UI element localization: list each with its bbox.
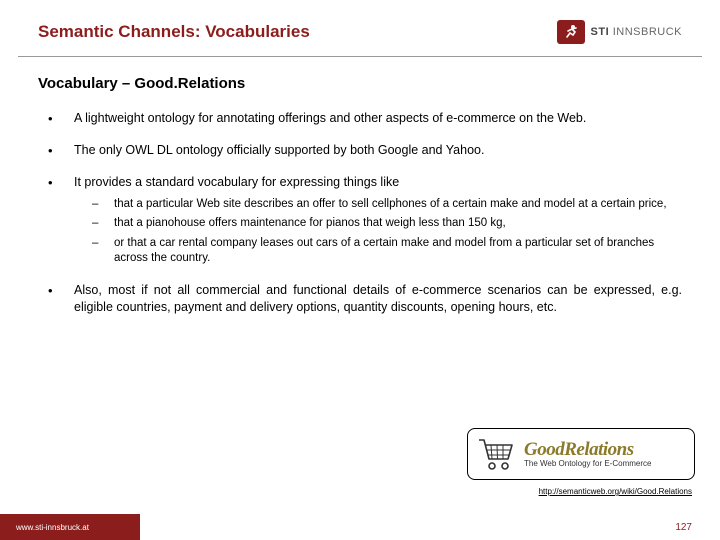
runner-icon bbox=[562, 24, 580, 40]
section-subtitle: Vocabulary – Good.Relations bbox=[38, 75, 682, 92]
slide-footer: www.sti-innsbruck.at 127 bbox=[0, 514, 720, 540]
sti-logo: STI INNSBRUCK bbox=[557, 20, 682, 44]
list-item: that a pianohouse offers maintenance for… bbox=[92, 216, 682, 232]
bullet-list: A lightweight ontology for annotating of… bbox=[38, 110, 682, 315]
goodrelations-title: GoodRelations bbox=[524, 440, 651, 460]
shopping-cart-icon bbox=[476, 435, 516, 473]
list-item: The only OWL DL ontology officially supp… bbox=[48, 142, 682, 159]
slide-header: Semantic Channels: Vocabularies STI INNS… bbox=[0, 0, 720, 56]
list-item: Also, most if not all commercial and fun… bbox=[48, 282, 682, 316]
sti-logo-badge bbox=[557, 20, 585, 44]
sub-bullet-list: that a particular Web site describes an … bbox=[74, 197, 682, 267]
list-item: It provides a standard vocabulary for ex… bbox=[48, 174, 682, 267]
goodrelations-logo-box: GoodRelations The Web Ontology for E-Com… bbox=[467, 428, 695, 480]
list-item: or that a car rental company leases out … bbox=[92, 236, 682, 267]
slide-title: Semantic Channels: Vocabularies bbox=[38, 22, 310, 42]
page-number: 127 bbox=[140, 514, 720, 540]
footer-url: www.sti-innsbruck.at bbox=[0, 514, 140, 540]
slide-content: Vocabulary – Good.Relations A lightweigh… bbox=[0, 65, 720, 315]
list-item: that a particular Web site describes an … bbox=[92, 197, 682, 213]
goodrelations-tagline: The Web Ontology for E-Commerce bbox=[524, 460, 651, 468]
goodrelations-text: GoodRelations The Web Ontology for E-Com… bbox=[524, 440, 651, 468]
header-divider bbox=[18, 56, 702, 57]
list-item: A lightweight ontology for annotating of… bbox=[48, 110, 682, 127]
sti-logo-text: STI INNSBRUCK bbox=[591, 26, 682, 38]
source-link[interactable]: http://semanticweb.org/wiki/Good.Relatio… bbox=[539, 487, 692, 496]
